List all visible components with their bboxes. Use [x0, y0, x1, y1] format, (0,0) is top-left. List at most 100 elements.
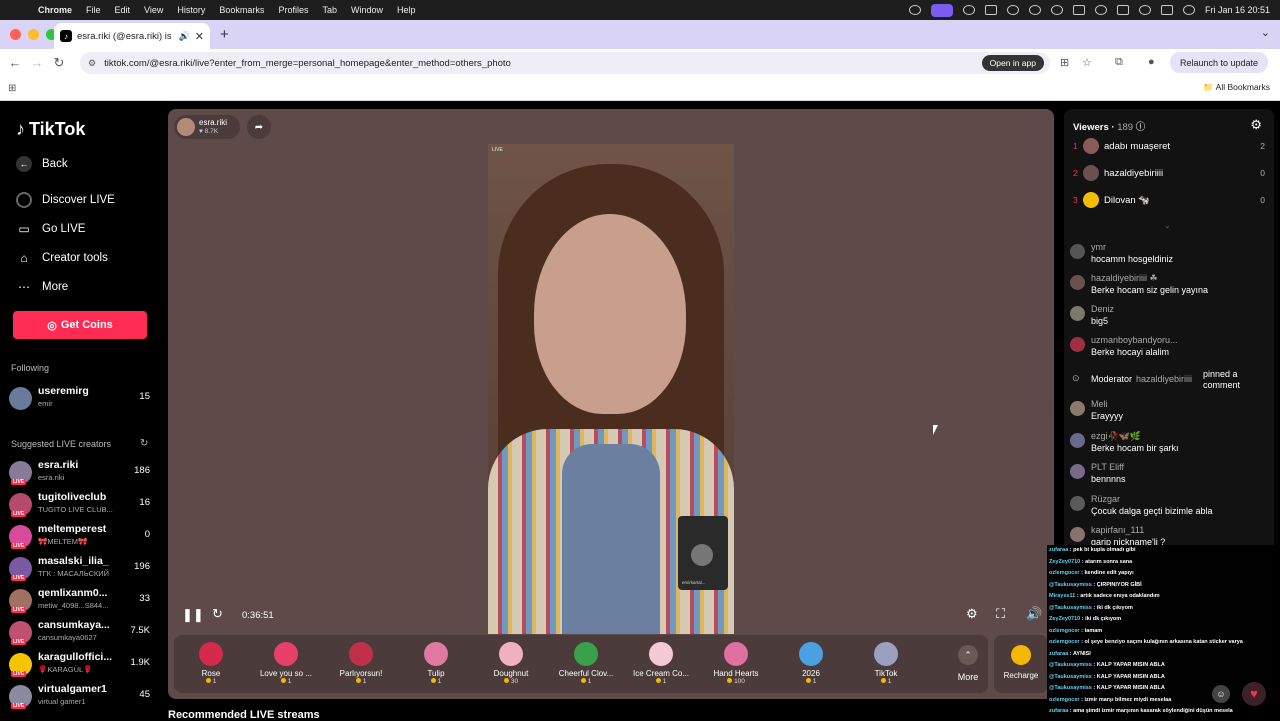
gift-item[interactable]: Cheerful Clov... 1: [549, 635, 623, 693]
more-gifts-button[interactable]: ⌃ More: [948, 645, 988, 682]
chevron-down-icon[interactable]: ⌄: [1164, 221, 1171, 230]
relaunch-to-update-button[interactable]: Relaunch to update: [1170, 52, 1269, 73]
following-item[interactable]: useremirg emir 15: [9, 385, 154, 413]
gift-item[interactable]: Love you so ... 1: [249, 635, 323, 693]
bookmark-star-icon[interactable]: ☆: [1082, 56, 1092, 69]
close-window-button[interactable]: [10, 29, 21, 40]
settings-gear-icon[interactable]: ⚙: [1250, 117, 1262, 133]
reload-icon[interactable]: ↻: [52, 55, 66, 71]
info-icon[interactable]: ⓘ: [1136, 122, 1146, 133]
address-bar[interactable]: ⚙ tiktok.com/@esra.riki/live?enter_from_…: [80, 52, 1050, 74]
profile-avatar[interactable]: ●: [1148, 56, 1155, 68]
accessibility-icon[interactable]: [1050, 5, 1063, 15]
fullscreen-icon[interactable]: ⛶: [996, 606, 1005, 622]
suggested-creator-item[interactable]: LIVE karagulloffici... 🌹KARAGÜL🌹 1.9K: [9, 651, 154, 679]
battery-icon[interactable]: [1116, 5, 1129, 15]
gift-item[interactable]: Parlıyorsun! 1: [324, 635, 398, 693]
menu-help[interactable]: Help: [397, 5, 416, 15]
sidebar-item-creator-tools[interactable]: ⌂ Creator tools: [16, 250, 107, 266]
like-heart-button[interactable]: ♥: [1242, 682, 1266, 706]
chat-comment[interactable]: ymr hocamm hosgeldiniz: [1070, 242, 1270, 268]
translate-icon[interactable]: ⊞: [1060, 56, 1069, 69]
suggested-creator-item[interactable]: LIVE cansumkaya... cansumkaya0627 7.5K: [9, 619, 154, 647]
gift-item[interactable]: 2026 1: [774, 635, 848, 693]
status-app-icon[interactable]: [908, 5, 921, 15]
tab-search-icon[interactable]: ⌄: [1261, 26, 1270, 39]
control-center-icon[interactable]: [1160, 5, 1173, 15]
wifi-icon[interactable]: [1094, 5, 1107, 15]
pause-icon[interactable]: ❚❚: [182, 607, 204, 623]
screen-record-icon[interactable]: [930, 3, 953, 17]
menu-tab[interactable]: Tab: [322, 5, 337, 15]
suggested-creator-item[interactable]: LIVE tugitoliveclub TUGITO LIVE CLUB... 16: [9, 491, 154, 519]
sidebar-item-discover-live[interactable]: Discover LIVE: [16, 192, 115, 208]
back-button[interactable]: ← Back: [16, 156, 68, 172]
suggested-creator-item[interactable]: LIVE virtualgamer1 virtual gamer1 45: [9, 683, 154, 711]
gift-item[interactable]: TikTok 1: [849, 635, 923, 693]
chat-comment[interactable]: uzmanboybandyoru... Berke hocayi alalim: [1070, 335, 1270, 361]
refresh-icon[interactable]: ↻: [140, 438, 148, 449]
input-source-icon[interactable]: [1072, 5, 1085, 15]
back-arrow-icon[interactable]: ←: [8, 55, 22, 70]
suggested-creator-item[interactable]: LIVE qemlixanm0... metiw_4098...S844... 33: [9, 587, 154, 615]
tiktok-logo[interactable]: ♪ TikTok: [16, 119, 85, 140]
menu-window[interactable]: Window: [351, 5, 383, 15]
menu-app-name[interactable]: Chrome: [38, 5, 72, 15]
menu-profiles[interactable]: Profiles: [278, 5, 308, 15]
menu-file[interactable]: File: [86, 5, 101, 15]
top-viewer-row[interactable]: 3 Dilovan 🐄 0: [1071, 191, 1267, 211]
gift-item[interactable]: Tulip 1: [399, 635, 473, 693]
menubar-clock[interactable]: Fri Jan 16 20:51: [1205, 5, 1270, 15]
volume-icon[interactable]: 🔊: [1026, 606, 1042, 622]
chat-comment[interactable]: Deniz big5: [1070, 304, 1270, 330]
speaker-icon[interactable]: 🔊: [179, 31, 190, 42]
new-tab-icon[interactable]: +: [220, 26, 229, 43]
chat-comment[interactable]: Rüzgar Çocuk dalga geçti bizimle abla: [1070, 494, 1270, 520]
chat-comment[interactable]: PLT Eliff bennnns: [1070, 462, 1270, 488]
menu-edit[interactable]: Edit: [115, 5, 131, 15]
close-tab-icon[interactable]: ✕: [195, 30, 204, 43]
chat-comment[interactable]: hazaldiyebiriiii ☘ Berke hocam siz gelin …: [1070, 273, 1270, 299]
status-app-icon[interactable]: [984, 5, 997, 15]
chat-comment[interactable]: ezgi🥀🦋🌿 Berke hocam bir şarkı: [1070, 431, 1270, 457]
menu-history[interactable]: History: [177, 5, 205, 15]
settings-gear-icon[interactable]: ⚙: [966, 606, 978, 622]
get-coins-button[interactable]: ◎ Get Coins: [13, 311, 147, 339]
gift-item[interactable]: Rose 1: [174, 635, 248, 693]
extensions-icon[interactable]: ⧉: [1115, 56, 1123, 69]
suggested-creator-item[interactable]: LIVE masalski_ilia_ ТГК : МАСАЛЬСКИЙ 196: [9, 555, 154, 583]
open-in-app-button[interactable]: Open in app: [981, 55, 1044, 71]
url-text[interactable]: tiktok.com/@esra.riki/live?enter_from_me…: [104, 58, 511, 69]
chat-comment[interactable]: Meli Erayyyy: [1070, 399, 1270, 425]
menu-view[interactable]: View: [144, 5, 163, 15]
apple-icon[interactable]: [12, 3, 26, 17]
apps-grid-icon[interactable]: ⊞: [8, 83, 16, 94]
cloud-icon[interactable]: [1006, 5, 1019, 15]
all-bookmarks-button[interactable]: 📁 All Bookmarks: [1203, 82, 1270, 93]
sidebar-item-go-live[interactable]: ▭ Go LIVE: [16, 221, 85, 237]
search-icon[interactable]: [1138, 5, 1151, 15]
top-viewer-row[interactable]: 1 adabı muaşeret 2: [1071, 137, 1267, 157]
viewers-heading[interactable]: Viewers · 189 ⓘ: [1073, 119, 1145, 133]
browser-tab-active[interactable]: ♪ esra.riki (@esra.riki) is LIVE 🔊 ✕: [54, 23, 210, 49]
menu-bookmarks[interactable]: Bookmarks: [219, 5, 264, 15]
suggested-creator-item[interactable]: LIVE esra.riki esra.riki 186: [9, 459, 154, 487]
gift-item[interactable]: Hand Hearts 100: [699, 635, 773, 693]
gift-item[interactable]: Ice Cream Co... 1: [624, 635, 698, 693]
minimize-window-button[interactable]: [28, 29, 39, 40]
refresh-icon[interactable]: ↻: [212, 606, 223, 622]
gift-item[interactable]: Doughnut 30: [474, 635, 548, 693]
sidebar-item-more[interactable]: ⋯ More: [16, 279, 68, 295]
live-video[interactable]: LIVE emirkartal...: [488, 144, 734, 634]
share-icon[interactable]: ➦: [247, 115, 271, 139]
emoji-icon[interactable]: ☺: [1212, 685, 1230, 703]
site-info-icon[interactable]: ⚙: [88, 58, 96, 69]
siri-icon[interactable]: [1182, 5, 1195, 15]
host-info[interactable]: esra.riki ♥ 8.7K: [174, 115, 240, 139]
forward-arrow-icon[interactable]: →: [30, 55, 44, 70]
top-viewer-row[interactable]: 2 hazaldiyebiriiii 0: [1071, 164, 1267, 184]
guest-pip[interactable]: emirkartal...: [678, 516, 728, 590]
status-app-icon[interactable]: [1028, 5, 1041, 15]
recharge-button[interactable]: Recharge: [994, 635, 1048, 693]
suggested-creator-item[interactable]: LIVE meltemperest 🎀MELTEM🎀 0: [9, 523, 154, 551]
